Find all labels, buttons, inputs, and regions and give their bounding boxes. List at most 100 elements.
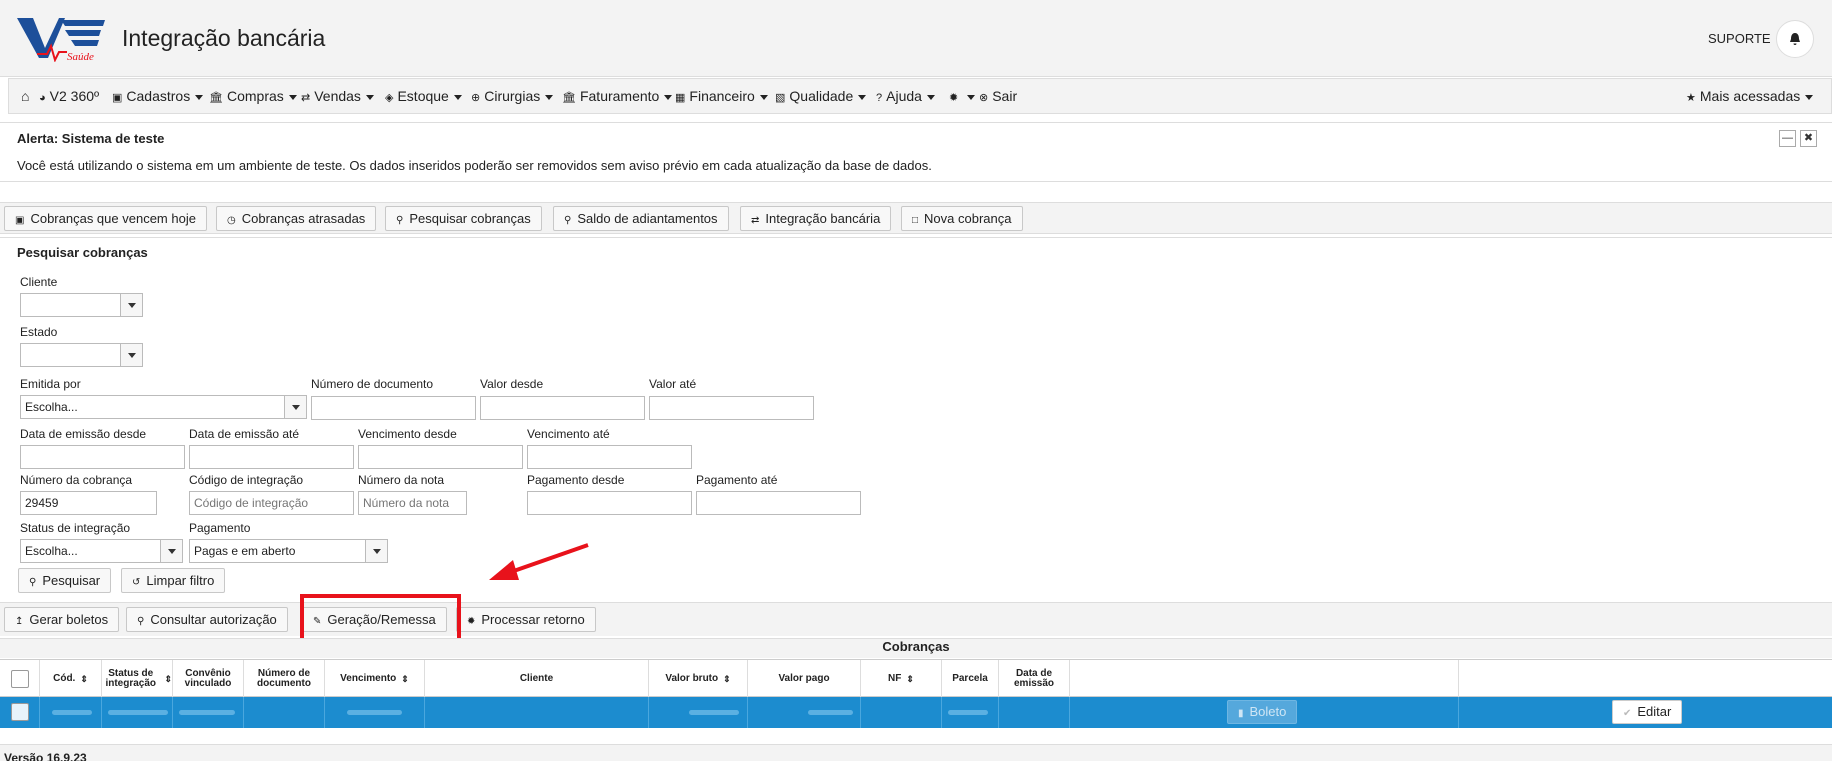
header-label: Status de integração <box>105 668 157 689</box>
codigo-integracao-input[interactable] <box>189 491 354 515</box>
redacted-value <box>108 710 168 715</box>
nav-item-vendas[interactable]: ⇄ Vendas <box>301 88 374 104</box>
footer: Versão 16.9.23 <box>0 744 1832 761</box>
home-icon[interactable]: ⌂ <box>21 88 29 104</box>
user-name[interactable]: SUPORTE <box>1708 31 1771 46</box>
notifications-button[interactable] <box>1776 20 1814 58</box>
nav-item-settings[interactable]: ✹ <box>949 88 976 104</box>
row-select-cell <box>0 697 40 728</box>
save-icon: ▣ <box>112 92 123 104</box>
nav-item-estoque[interactable]: ◈ Estoque <box>385 88 462 104</box>
search-button[interactable]: ⚲ Pesquisar <box>18 568 112 593</box>
divider <box>0 237 1832 238</box>
edit-button[interactable]: ✔ Editar <box>1612 700 1683 724</box>
numero-cobranca-input[interactable] <box>20 491 157 515</box>
nav-item-ajuda[interactable]: ? Ajuda <box>876 88 935 104</box>
table-cell <box>649 697 748 728</box>
nav-item-cirurgias[interactable]: ⊕ Cirurgias <box>471 88 554 104</box>
search-icon: ⚲ <box>396 215 404 226</box>
numero-nota-label: Número da nota <box>358 473 445 487</box>
nav-item-sair[interactable]: ⊗ Sair <box>979 88 1017 104</box>
estado-select[interactable] <box>20 343 143 367</box>
processar-retorno-button[interactable]: ✹ Processar retorno <box>456 607 596 632</box>
select-all-checkbox[interactable] <box>10 670 29 688</box>
file-icon: □ <box>912 215 919 226</box>
close-icon[interactable]: ✖ <box>1800 130 1817 147</box>
nav-label: Estoque <box>397 88 449 104</box>
nav-item-financeiro[interactable]: ▦ Financeiro <box>675 88 768 104</box>
numero-nota-input[interactable] <box>358 491 467 515</box>
chevron-down-icon <box>120 344 142 366</box>
nav-item-faturamento[interactable]: 🏛 Faturamento <box>562 88 673 104</box>
valor-ate-input[interactable] <box>649 396 814 420</box>
tab-cobrancas-atrasadas[interactable]: ◷ Cobranças atrasadas <box>216 206 377 231</box>
main-menu: ⌂ ◕ V2 360º ▣ Cadastros 🏛 Compras ⇄ Vendas ◈… <box>8 78 1832 114</box>
vencimento-desde-input[interactable] <box>358 445 523 469</box>
caret-down-icon <box>365 94 374 100</box>
caret-down-icon <box>967 94 976 100</box>
nav-item-compras[interactable]: 🏛 Compras <box>209 88 297 104</box>
nav-item-cadastros[interactable]: ▣ Cadastros <box>112 88 204 104</box>
column-header[interactable]: Valor bruto ⇕ <box>649 660 748 698</box>
header-label: Convênio vinculado <box>184 668 232 689</box>
bell-icon <box>1790 32 1800 45</box>
tab-integracao-bancaria[interactable]: ⇄ Integração bancária <box>740 206 892 231</box>
redacted-value <box>179 710 235 715</box>
row-checkbox[interactable] <box>11 703 29 721</box>
calendar-icon: ▣ <box>15 215 25 226</box>
boleto-button[interactable]: ▮ Boleto <box>1227 700 1298 724</box>
data-emissao-desde-input[interactable] <box>20 445 185 469</box>
vencimento-ate-input[interactable] <box>527 445 692 469</box>
v2-saude-logo[interactable]: Saúde <box>15 14 107 63</box>
status-integracao-select[interactable]: Escolha... <box>20 539 183 563</box>
column-header[interactable]: Cód. ⇕ <box>40 660 102 698</box>
emitida-select[interactable]: Escolha... <box>20 395 307 419</box>
nav-label: Financeiro <box>689 88 755 104</box>
redacted-value <box>52 710 92 715</box>
cliente-select[interactable] <box>20 293 143 317</box>
exchange-icon: ⇄ <box>301 92 311 104</box>
question-icon: ? <box>876 92 883 104</box>
close-circle-icon: ⊗ <box>979 92 989 104</box>
consultar-autorizacao-button[interactable]: ⚲ Consultar autorização <box>126 607 288 632</box>
column-header[interactable]: Status de integração ⇕ <box>102 660 173 698</box>
pagamento-ate-input[interactable] <box>696 491 861 515</box>
alert-title: Alerta: Sistema de teste <box>17 131 165 146</box>
nav-item-qualidade[interactable]: ▧ Qualidade <box>775 88 867 104</box>
numdoc-input[interactable] <box>311 396 476 420</box>
tab-nova-cobranca[interactable]: □ Nova cobrança <box>901 206 1023 231</box>
tab-cobrancas-hoje[interactable]: ▣ Cobranças que vencem hoje <box>4 206 207 231</box>
search-icon: ⚲ <box>137 616 145 627</box>
nav-item-v2-360[interactable]: ◕ V2 360º <box>39 88 99 104</box>
chevron-down-icon <box>284 396 306 418</box>
column-header[interactable]: NF ⇕ <box>861 660 942 698</box>
button-label: Pesquisar <box>42 573 101 588</box>
table-row[interactable]: ▮ Boleto ✔ Editar <box>0 697 1832 728</box>
pagamento-desde-input[interactable] <box>527 491 692 515</box>
pagamento-select[interactable]: Pagas e em aberto <box>189 539 388 563</box>
redacted-value <box>347 710 402 715</box>
select-value: Escolha... <box>25 544 78 558</box>
bank-icon: 🏛 <box>209 92 223 104</box>
chevron-down-icon <box>160 540 182 562</box>
codigo-integracao-label: Código de integração <box>189 473 304 487</box>
nav-item-mais-acessadas[interactable]: ★ Mais acessadas <box>1686 88 1814 104</box>
select-all-header <box>0 660 40 698</box>
nav-label: Qualidade <box>789 88 854 104</box>
data-emissao-ate-input[interactable] <box>189 445 354 469</box>
tab-saldo-adiantamentos[interactable]: ⚲ Saldo de adiantamentos <box>553 206 729 231</box>
button-label: Editar <box>1637 704 1672 719</box>
column-header: Valor pago <box>748 660 861 698</box>
clear-filter-button[interactable]: ↺ Limpar filtro <box>121 568 226 593</box>
table-title: Cobranças <box>0 638 1832 658</box>
book-icon: ▧ <box>775 92 786 104</box>
upload-icon: ↥ <box>15 616 24 627</box>
minimize-icon[interactable]: — <box>1779 130 1796 147</box>
gerar-boletos-button[interactable]: ↥ Gerar boletos <box>4 607 120 632</box>
table-cell <box>173 697 244 728</box>
valor-desde-input[interactable] <box>480 396 645 420</box>
valor-ate-label: Valor até <box>649 377 697 391</box>
pagamento-label: Pagamento <box>189 521 251 535</box>
tab-pesquisar-cobrancas[interactable]: ⚲ Pesquisar cobranças <box>385 206 542 231</box>
column-header[interactable]: Vencimento ⇕ <box>325 660 425 698</box>
